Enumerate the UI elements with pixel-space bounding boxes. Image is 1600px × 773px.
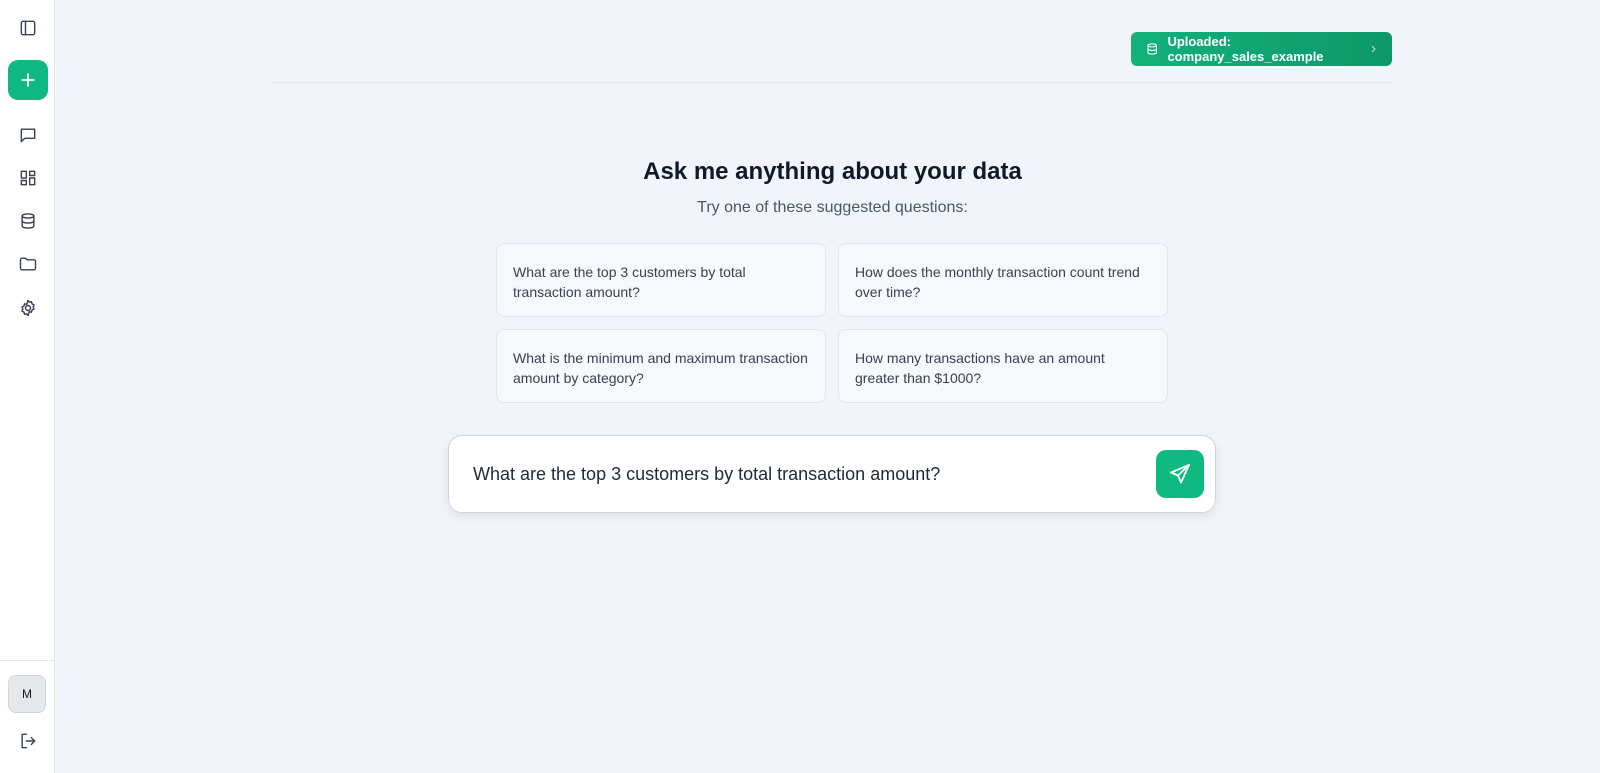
gear-icon [21,299,35,317]
suggestion-card[interactable]: What is the minimum and maximum transact… [496,329,826,403]
suggestion-card[interactable]: How does the monthly transaction count t… [838,243,1168,317]
page-title: Ask me anything about your data [643,158,1022,185]
chat-bubble-icon [20,128,36,143]
logout-icon [21,733,36,749]
top-bar: Uploaded: company_sales_example [272,0,1392,83]
uploaded-dataset-button[interactable]: Uploaded: company_sales_example [1131,32,1392,66]
send-button[interactable] [1156,450,1204,498]
question-input[interactable]: What are the top 3 customers by total tr… [473,464,940,485]
sidebar-item-chat[interactable] [8,115,48,155]
sidebar-item-settings[interactable] [8,288,48,328]
uploaded-dataset-label: Uploaded: company_sales_example [1167,34,1324,64]
sidebar-divider [0,660,54,661]
sidebar-item-dashboard[interactable] [8,158,48,198]
dashboard-grid-icon [20,170,36,186]
main-content: Uploaded: company_sales_example Ask me a… [55,0,1600,773]
page-subtitle: Try one of these suggested questions: [697,199,968,216]
suggestion-card[interactable]: How many transactions have an amount gre… [838,329,1168,403]
chevron-right-icon [1371,45,1376,53]
suggestion-card[interactable]: What are the top 3 customers by total tr… [496,243,826,317]
question-input-box: What are the top 3 customers by total tr… [448,435,1216,513]
plus-icon [21,73,35,87]
new-chat-button[interactable] [8,60,48,100]
sidebar-item-database[interactable] [8,201,48,241]
sidebar-toggle-button[interactable] [8,8,48,48]
send-icon [1170,464,1190,484]
folder-icon [19,257,37,271]
database-icon [21,213,35,229]
database-icon [1147,43,1157,55]
sidebar-item-files[interactable] [8,244,48,284]
sidebar: M [0,0,55,773]
sidebar-toggle-icon [20,20,36,36]
logout-button[interactable] [8,721,48,761]
avatar[interactable]: M [8,675,46,713]
